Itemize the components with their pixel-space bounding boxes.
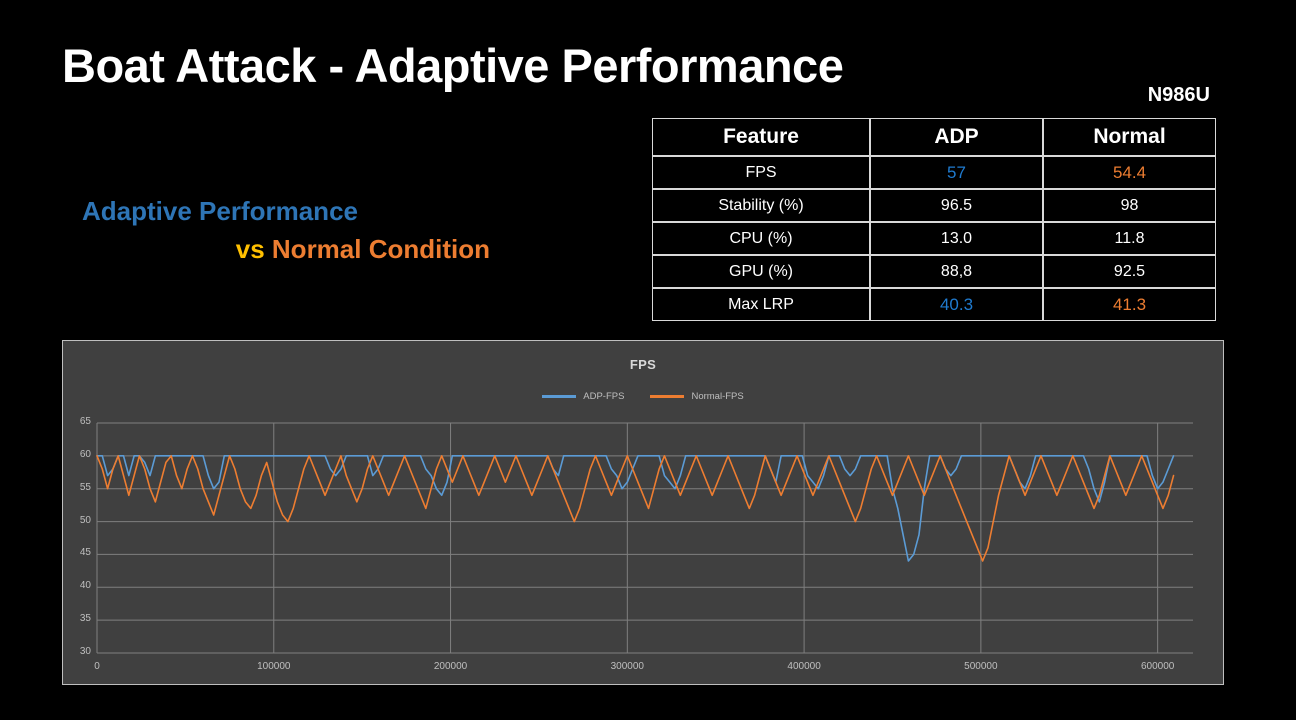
y-axis-tick-label: 50 (79, 514, 91, 526)
cell-normal-value: 98 (1043, 189, 1216, 222)
cell-adp-value: 40.3 (870, 288, 1043, 321)
y-axis-tick-label: 60 (79, 448, 91, 460)
cell-feature: Max LRP (652, 288, 870, 321)
table-body: FPS 57 54.4 Stability (%) 96.5 98 CPU (%) 13.0 1… (652, 156, 1216, 321)
column-header-normal: Normal (1043, 118, 1216, 156)
y-axis-tick-label: 45 (79, 547, 91, 559)
subtitle-vs-normal: vs Normal Condition (82, 230, 512, 268)
subtitle-adaptive-performance: Adaptive Performance (82, 196, 358, 226)
table-row: GPU (%) 88,8 92.5 (652, 255, 1216, 288)
table-row: Max LRP 40.3 41.3 (652, 288, 1216, 321)
x-axis-tick-label: 500000 (964, 661, 998, 672)
table-header-row: Feature ADP Normal (652, 118, 1216, 156)
comparison-table: Feature ADP Normal FPS 57 54.4 Stability (%… (652, 118, 1216, 321)
x-axis-tick-label: 0 (94, 661, 100, 672)
legend-swatch-icon (650, 395, 685, 398)
y-axis-tick-label: 40 (79, 580, 91, 592)
cell-adp-value: 57 (870, 156, 1043, 189)
cell-feature: Stability (%) (652, 189, 870, 222)
cell-normal-value: 41.3 (1043, 288, 1216, 321)
legend-swatch-icon (542, 395, 577, 398)
cell-adp-value: 96.5 (870, 189, 1043, 222)
plot-svg (97, 423, 1193, 653)
table-row: FPS 57 54.4 (652, 156, 1216, 189)
y-axis-tick-label: 30 (79, 646, 91, 657)
x-axis-tick-label: 400000 (787, 661, 821, 672)
series-line-adp-fps (97, 456, 1174, 561)
plot-area: 65 60 55 50 45 40 35 30 0 100000 200000 300000 40000… (80, 416, 1193, 672)
page-title: Boat Attack - Adaptive Performance (62, 39, 844, 92)
cell-normal-value: 92.5 (1043, 255, 1216, 288)
cell-normal-value: 11.8 (1043, 222, 1216, 255)
x-axis-tick-label: 300000 (610, 661, 644, 672)
y-axis-tick-label: 55 (79, 481, 91, 493)
cell-feature: FPS (652, 156, 870, 189)
table-row: Stability (%) 96.5 98 (652, 189, 1216, 222)
legend-item[interactable]: Normal-FPS (650, 391, 744, 402)
series-line-normal-fps (97, 456, 1174, 561)
cell-adp-value: 13.0 (870, 222, 1043, 255)
cell-feature: GPU (%) (652, 255, 870, 288)
x-axis-tick-label: 600000 (1140, 661, 1175, 672)
slide-root: Boat Attack - Adaptive Performance N986U… (0, 0, 1296, 720)
x-axis-tick-label: 200000 (433, 661, 468, 672)
device-label: N986U (1147, 84, 1210, 106)
y-axis-tick-label: 65 (79, 416, 91, 427)
legend-label: Normal-FPS (691, 391, 744, 402)
subtitle-vs-word: vs (235, 234, 265, 264)
fps-chart-container: FPS ADP-FPS Normal-FPS 65 60 55 50 45 40 35 30 0 1… (62, 340, 1224, 685)
column-header-adp: ADP (870, 118, 1043, 156)
legend-item[interactable]: ADP-FPS (542, 391, 624, 402)
subtitle-normal-condition: Normal Condition (271, 234, 490, 264)
chart-legend: ADP-FPS Normal-FPS (63, 391, 1223, 402)
x-axis-tick-label: 100000 (257, 661, 291, 672)
legend-label: ADP-FPS (583, 391, 625, 402)
y-axis-tick-label: 35 (79, 613, 91, 625)
cell-adp-value: 88,8 (870, 255, 1043, 288)
cell-feature: CPU (%) (652, 222, 870, 255)
column-header-feature: Feature (652, 118, 870, 156)
chart-title: FPS (629, 357, 657, 372)
cell-normal-value: 54.4 (1043, 156, 1216, 189)
subtitle-block: Adaptive Performance vs Normal Condition (82, 192, 512, 268)
table-row: CPU (%) 13.0 11.8 (652, 222, 1216, 255)
